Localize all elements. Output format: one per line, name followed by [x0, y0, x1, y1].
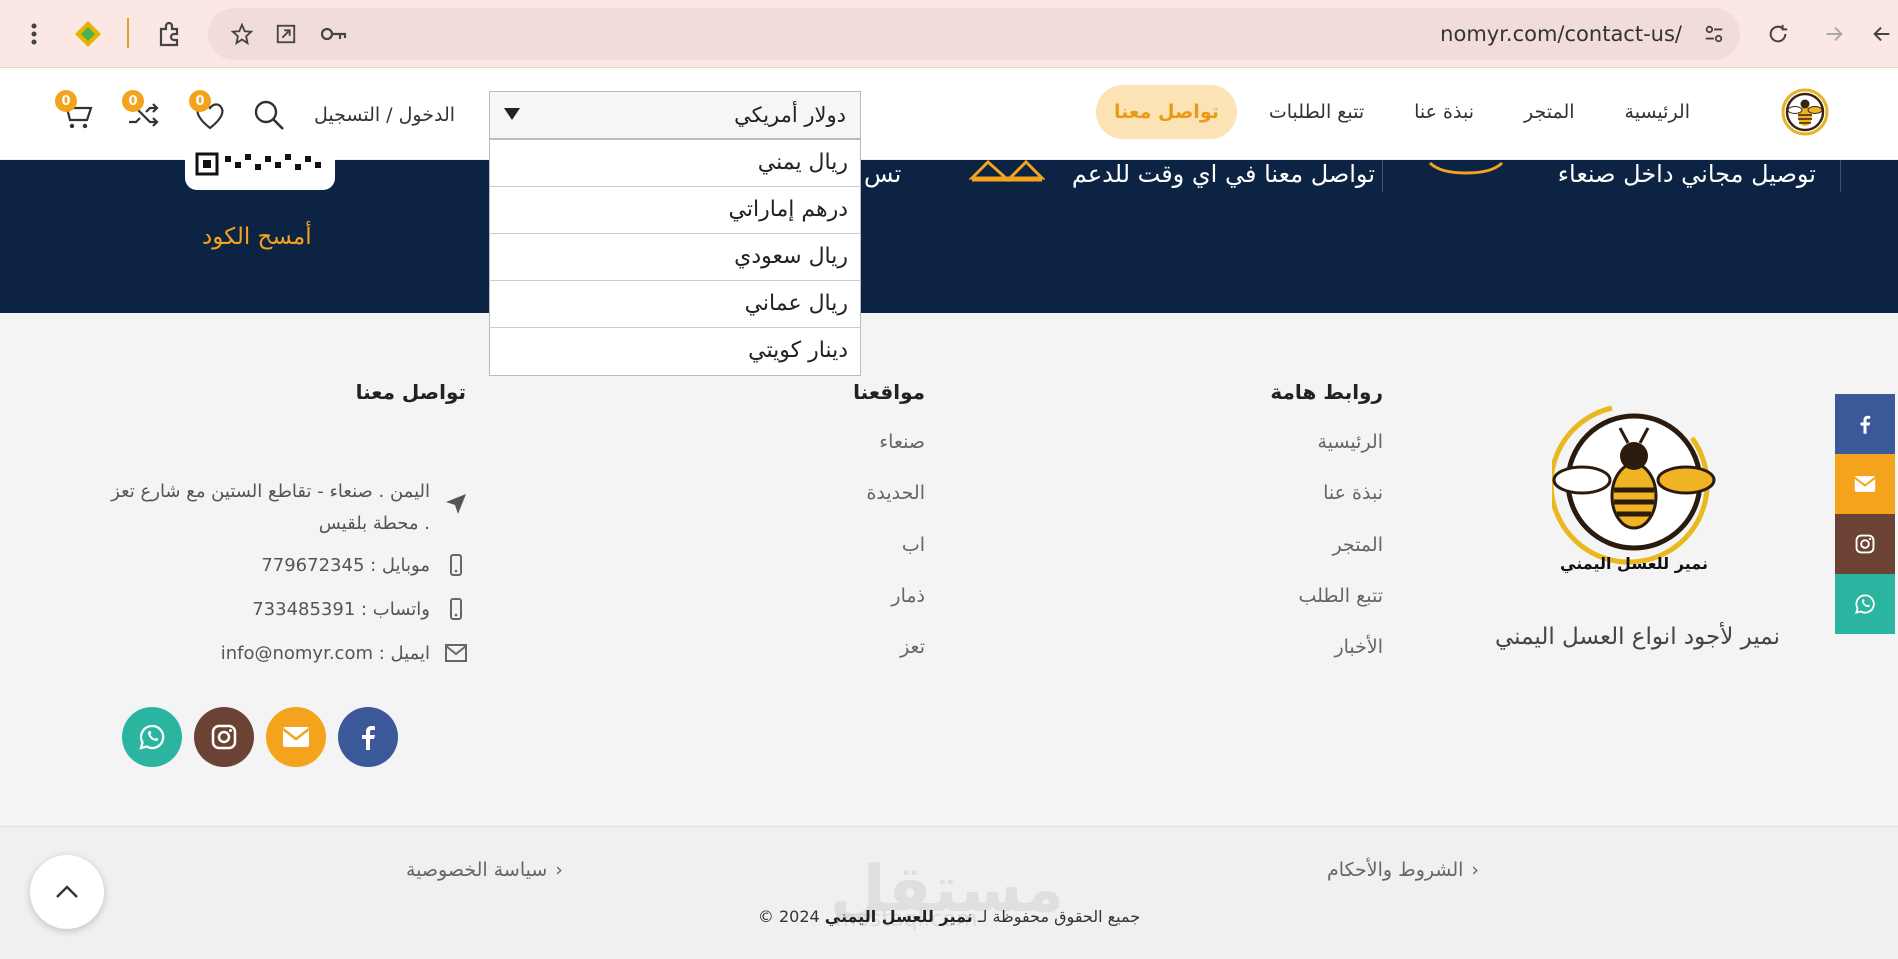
instagram-icon — [1855, 534, 1875, 554]
delivery-truck-icon — [1428, 160, 1504, 179]
location-item: تعز — [900, 636, 925, 658]
currency-select[interactable]: دولار أمريكي — [489, 91, 861, 139]
scroll-to-top-button[interactable] — [30, 855, 104, 929]
currency-option[interactable]: دينار كويتي — [490, 328, 860, 375]
facebook-button[interactable] — [338, 707, 398, 767]
chevron-up-icon — [56, 885, 78, 898]
site-header: الرئيسية المتجر نبذة عنا تتبع الطلبات تو… — [0, 68, 1898, 160]
locations-title: مواقعنا — [853, 380, 925, 404]
extension-logo-icon[interactable] — [68, 14, 108, 54]
more-menu-icon[interactable] — [14, 14, 54, 54]
extensions-icon[interactable] — [150, 14, 190, 54]
login-register-link[interactable]: الدخول / التسجيل — [314, 104, 455, 126]
currency-dropdown-list: ريال يمني درهم إماراتي ريال سعودي ريال ع… — [489, 139, 861, 376]
footer-link-store[interactable]: المتجر — [1332, 534, 1383, 556]
compare-count-badge: 0 — [122, 90, 144, 112]
important-links-title: روابط هامة — [1270, 380, 1383, 404]
site-settings-icon[interactable] — [1698, 18, 1730, 50]
support-icon — [968, 159, 1046, 188]
side-email-button[interactable] — [1835, 454, 1895, 514]
nav-contact[interactable]: تواصل معنا — [1096, 85, 1237, 139]
location-item: ذمار — [891, 585, 925, 607]
instagram-button[interactable] — [194, 707, 254, 767]
currency-option[interactable]: درهم إماراتي — [490, 187, 860, 234]
footer-logo-text: نمير للعسل اليمني — [1560, 554, 1708, 573]
url-text[interactable]: nomyr.com/contact-us/ — [1440, 22, 1682, 46]
search-icon[interactable] — [252, 98, 288, 134]
wishlist-button[interactable]: 0 — [189, 90, 229, 134]
footer-tagline: نمير لأجود انواع العسل اليمني — [1495, 624, 1780, 650]
feature-support: تواصل معنا في اي وقت للدعم — [1071, 160, 1375, 188]
footer-link-about[interactable]: نبذة عنا — [1323, 482, 1383, 504]
terms-link[interactable]: ‹الشروط والأحكام — [1327, 859, 1479, 881]
feature-free-delivery: توصيل مجاني داخل صنعاء — [1557, 160, 1816, 188]
compare-button[interactable]: 0 — [122, 90, 162, 134]
currency-selected-value: دولار أمريكي — [734, 103, 846, 127]
facebook-icon — [1860, 415, 1871, 434]
browser-chrome: nomyr.com/contact-us/ — [0, 0, 1898, 68]
privacy-link[interactable]: ‹سياسة الخصوصية — [406, 859, 563, 881]
footer-link-home[interactable]: الرئيسية — [1318, 431, 1383, 453]
currency-option[interactable]: ريال يمني — [490, 140, 860, 187]
main-nav: الرئيسية المتجر نبذة عنا تتبع الطلبات تو… — [1096, 85, 1708, 139]
contact-address: اليمن . صنعاء - تقاطع الستين مع شارع تعز… — [111, 476, 430, 540]
instagram-icon — [211, 724, 237, 750]
password-key-icon[interactable] — [318, 18, 350, 50]
whatsapp-button[interactable] — [122, 707, 182, 767]
mail-icon — [444, 643, 467, 665]
qr-code — [185, 148, 335, 190]
contact-title: تواصل معنا — [355, 380, 466, 404]
chevron-left-icon: ‹ — [1471, 859, 1479, 881]
contact-email[interactable]: ايميل : info@nomyr.com — [221, 643, 430, 664]
address-bar[interactable]: nomyr.com/contact-us/ — [208, 8, 1740, 60]
chevron-left-icon: ‹ — [555, 859, 563, 881]
envelope-icon — [1854, 476, 1876, 492]
nav-home[interactable]: الرئيسية — [1607, 85, 1708, 139]
forward-icon[interactable] — [1814, 14, 1854, 54]
footer-bottom-bar: مستقل mostaql.com ‹الشروط والأحكام ‹سياس… — [0, 826, 1898, 959]
back-icon[interactable] — [1866, 14, 1898, 54]
address-line-2: . محطة بلقيس — [318, 513, 430, 534]
cart-button[interactable]: 0 — [55, 90, 95, 134]
toolbar-divider — [127, 18, 129, 48]
footer-logo: نمير للعسل اليمني — [1548, 398, 1716, 580]
band-separator — [1382, 160, 1383, 192]
whatsapp-icon — [139, 724, 165, 750]
facebook-icon — [362, 726, 375, 750]
scan-code-label: أمسح الكود — [202, 224, 312, 250]
location-item: صنعاء — [879, 431, 925, 453]
side-facebook-button[interactable] — [1835, 394, 1895, 454]
dropdown-arrow-icon — [504, 108, 520, 120]
wishlist-count-badge: 0 — [189, 90, 211, 112]
envelope-icon — [282, 727, 310, 747]
whatsapp-icon — [1855, 594, 1875, 614]
address-line-1: اليمن . صنعاء - تقاطع الستين مع شارع تعز — [111, 481, 430, 502]
cart-count-badge: 0 — [55, 90, 77, 112]
reload-icon[interactable] — [1758, 14, 1798, 54]
contact-whatsapp[interactable]: واتساب : 733485391 — [252, 599, 430, 620]
whatsapp-phone-icon — [446, 598, 468, 620]
open-in-app-icon[interactable] — [270, 18, 302, 50]
feature-partial: تس — [864, 160, 902, 188]
location-item: اب — [901, 534, 925, 556]
location-arrow-icon — [444, 492, 466, 514]
copyright-text: جميع الحقوق محفوظة لـ نمير للعسل اليمني … — [757, 907, 1141, 926]
footer-link-news[interactable]: الأخبار — [1334, 636, 1383, 658]
nav-about[interactable]: نبذة عنا — [1396, 85, 1492, 139]
side-instagram-button[interactable] — [1835, 514, 1895, 574]
footer-link-track-order[interactable]: تتبع الطلب — [1298, 585, 1383, 607]
star-icon[interactable] — [226, 18, 258, 50]
currency-option[interactable]: ريال سعودي — [490, 234, 860, 281]
email-button[interactable] — [266, 707, 326, 767]
nav-store[interactable]: المتجر — [1506, 85, 1593, 139]
side-whatsapp-button[interactable] — [1835, 574, 1895, 634]
band-separator — [1840, 160, 1841, 192]
contact-mobile[interactable]: موبايل : 779672345 — [261, 555, 430, 576]
currency-option[interactable]: ريال عماني — [490, 281, 860, 328]
site-logo[interactable] — [1778, 86, 1832, 140]
location-item: الحديدة — [866, 482, 925, 504]
nav-track-orders[interactable]: تتبع الطلبات — [1251, 85, 1382, 139]
mobile-phone-icon — [446, 554, 468, 576]
